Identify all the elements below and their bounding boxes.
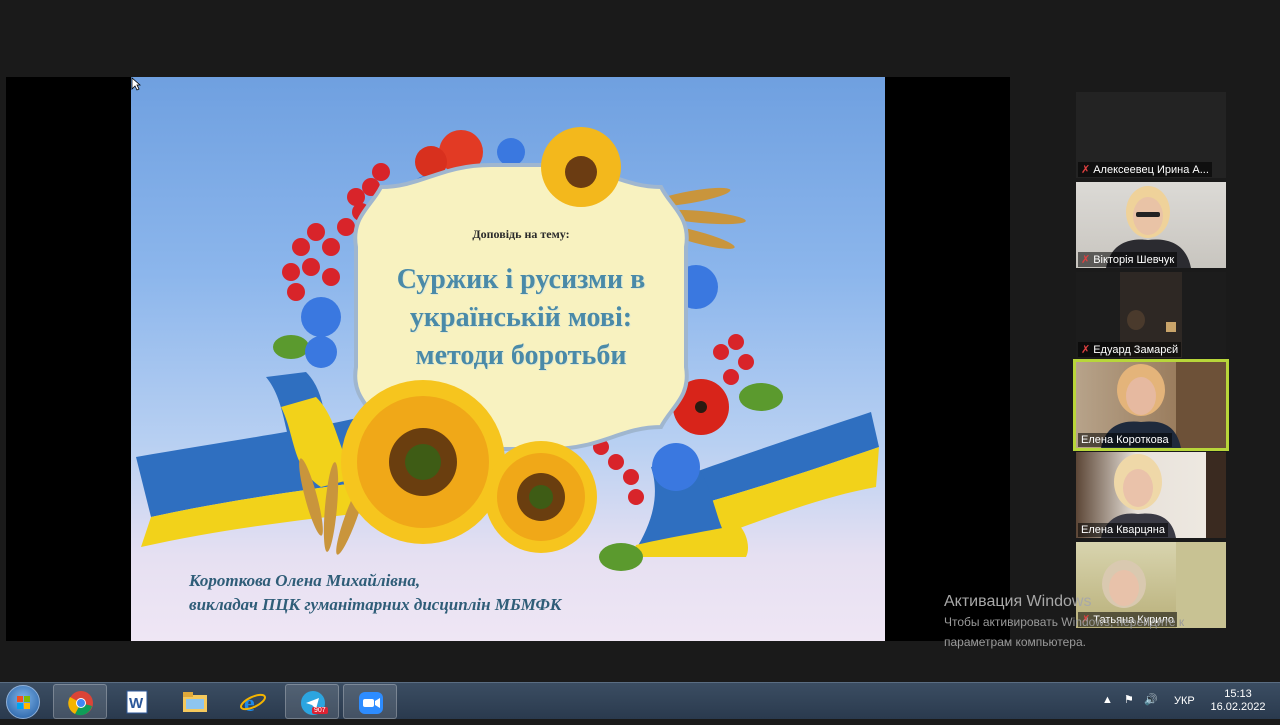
participant-name: Едуард Замарєй xyxy=(1093,343,1179,356)
taskbar-explorer-button[interactable] xyxy=(168,684,222,719)
slide-title-line: українській мові: xyxy=(409,302,633,333)
zoom-icon xyxy=(359,692,383,714)
chrome-icon xyxy=(68,691,93,716)
activation-line: параметрам компьютера. xyxy=(944,635,1086,649)
slide-title-line: Суржик і русизми в xyxy=(396,264,646,295)
taskbar-word-button[interactable]: W xyxy=(110,684,164,719)
mic-muted-icon: ✗ xyxy=(1081,344,1091,356)
system-tray: ▲ ⚑ 🔊 УКР 15:13 16.02.2022 xyxy=(1080,683,1280,720)
participant-name: Алексеевец Ирина А... xyxy=(1093,163,1209,176)
author-name: Короткова Олена Михайлівна, xyxy=(189,571,421,590)
taskbar-zoom-button[interactable] xyxy=(343,684,397,719)
show-hidden-icons-icon[interactable]: ▲ xyxy=(1102,694,1113,706)
mic-muted-icon: ✗ xyxy=(1081,254,1091,266)
participant-tile[interactable]: ✗ Алексеевец Ирина А... xyxy=(1076,92,1226,178)
clock-date: 16.02.2022 xyxy=(1210,701,1266,713)
start-button[interactable] xyxy=(6,685,40,719)
volume-icon[interactable]: 🔊 xyxy=(1144,693,1158,706)
zoom-meeting-window: Доповідь на тему: Суржик і русизми в укр… xyxy=(0,0,1280,682)
slide-author: Короткова Олена Михайлівна, викладач ПЦК… xyxy=(189,569,561,617)
slide-title: Суржик і русизми в українській мові: мет… xyxy=(361,261,681,375)
mic-muted-icon: ✗ xyxy=(1081,164,1091,176)
taskbar-chrome-button[interactable] xyxy=(53,684,107,719)
svg-text:W: W xyxy=(129,695,144,712)
participant-tile[interactable]: ✗ Едуард Замарєй xyxy=(1076,272,1226,358)
windows-logo-icon xyxy=(17,696,30,709)
internet-explorer-icon: e xyxy=(240,691,266,715)
slide-title-line: методи боротьби xyxy=(415,340,627,371)
clock[interactable]: 15:13 16.02.2022 xyxy=(1208,688,1268,714)
participant-name: Елена Короткова xyxy=(1081,434,1169,446)
windows-activation-watermark: Активация Windows Чтобы активировать Win… xyxy=(944,593,1184,651)
activation-title: Активация Windows xyxy=(944,593,1092,610)
slide-subtitle: Доповідь на тему: xyxy=(472,227,570,241)
presentation-slide: Доповідь на тему: Суржик і русизми в укр… xyxy=(131,77,885,641)
participant-name: Елена Кварцяна xyxy=(1081,524,1165,536)
svg-text:e: e xyxy=(244,691,255,715)
action-center-flag-icon[interactable]: ⚑ xyxy=(1124,693,1134,706)
taskbar-telegram-button[interactable]: 907 xyxy=(285,684,339,719)
language-indicator[interactable]: УКР xyxy=(1174,695,1195,707)
unread-badge: 907 xyxy=(312,707,328,714)
word-icon: W xyxy=(126,690,148,714)
participant-tile[interactable]: ✗ Вікторія Шевчук xyxy=(1076,182,1226,268)
windows-taskbar: W e 907 ▲ ⚑ 🔊 УКР 15:13 16.02.2022 xyxy=(0,682,1280,719)
mouse-cursor-icon xyxy=(131,77,141,91)
participant-name: Вікторія Шевчук xyxy=(1093,253,1175,266)
clock-time: 15:13 xyxy=(1224,688,1252,700)
participant-tile[interactable]: Елена Кварцяна xyxy=(1076,452,1226,538)
taskbar-ie-button[interactable]: e xyxy=(226,684,280,719)
activation-line: Чтобы активировать Windows, перейдите к xyxy=(944,615,1185,629)
file-explorer-icon xyxy=(183,692,207,712)
participant-tile-active-speaker[interactable]: Елена Короткова xyxy=(1073,359,1229,451)
author-position: викладач ПЦК гуманітарних дисциплін МБМФ… xyxy=(189,595,562,614)
